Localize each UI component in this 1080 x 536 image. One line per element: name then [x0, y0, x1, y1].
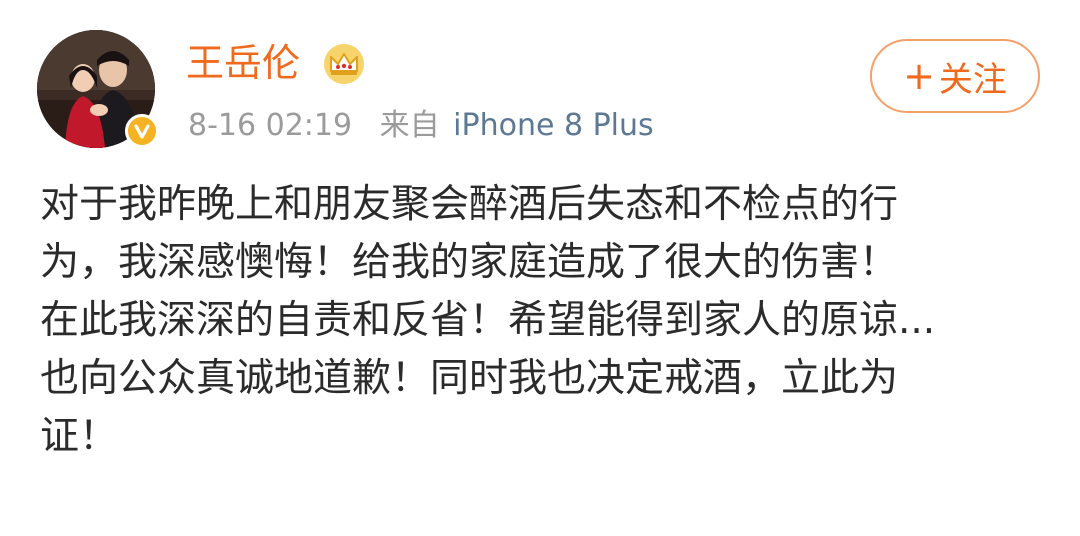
post-meta: 8-16 02:19 来自 iPhone 8 Plus — [188, 106, 654, 146]
post-text-line: 对于我昨晚上和朋友聚会醉酒后失态和不检点的行 — [40, 182, 899, 227]
post-time: 8-16 02:19 — [188, 108, 353, 143]
source-device[interactable]: iPhone 8 Plus — [453, 108, 654, 143]
post-text-line: 在此我深深的自责和反省！希望能得到家人的原谅... — [40, 298, 936, 343]
weibo-post: 王岳伦 8-16 02:19 来自 iPhone 8 Plus + 关注 对于我… — [0, 0, 1080, 536]
post-text-line: 也向公众真诚地道歉！同时我也决定戒酒，立此为 — [40, 356, 899, 401]
post-text-line: 为，我深感懊悔！给我的家庭造成了很大的伤害！ — [40, 240, 899, 285]
post-content: 对于我昨晚上和朋友聚会醉酒后失态和不检点的行 为，我深感懊悔！给我的家庭造成了很… — [40, 176, 1050, 466]
follow-button[interactable]: + 关注 — [870, 39, 1040, 113]
username[interactable]: 王岳伦 — [186, 40, 300, 86]
source-prefix: 来自 — [379, 108, 440, 143]
follow-label: 关注 — [938, 59, 1007, 100]
crown-icon[interactable] — [322, 43, 366, 85]
verified-badge-icon — [125, 114, 159, 148]
post-text-line: 证！ — [40, 414, 119, 459]
plus-icon: + — [903, 54, 935, 98]
avatar-container[interactable] — [37, 30, 159, 148]
